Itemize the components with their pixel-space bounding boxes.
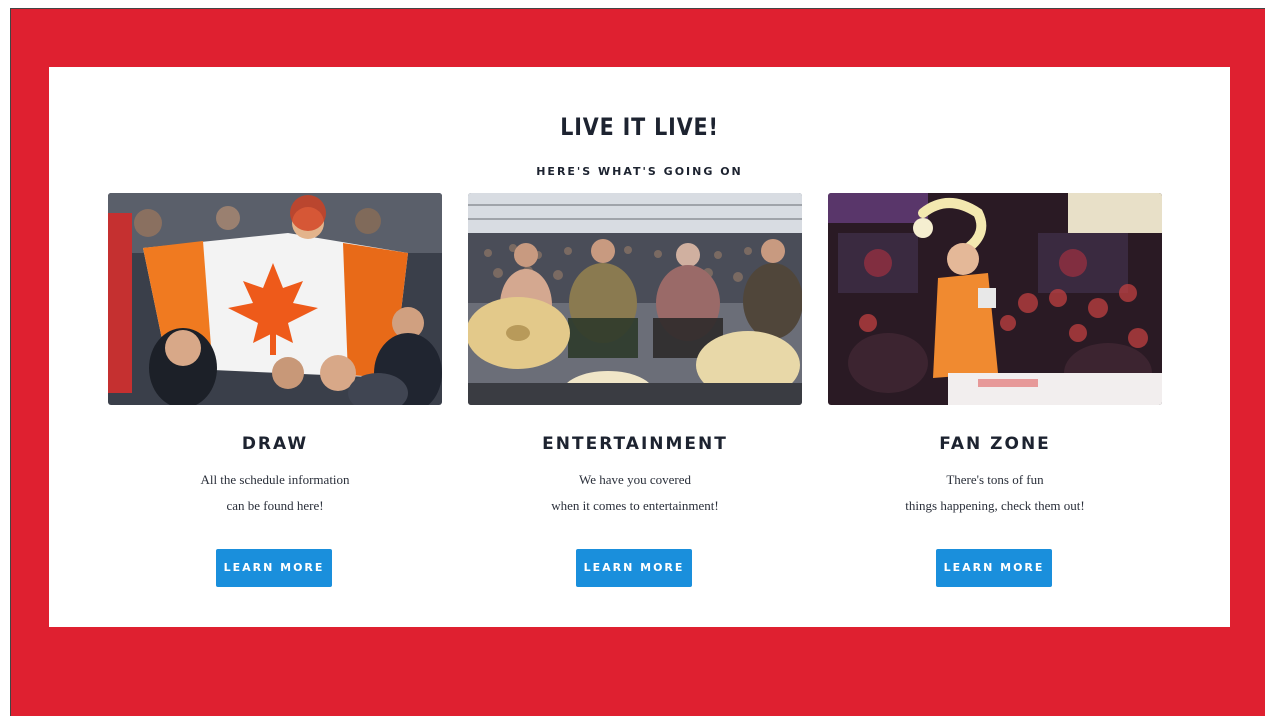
card-title: ENTERTAINMENT — [542, 434, 728, 454]
card-description-line: can be found here! — [226, 498, 324, 513]
learn-more-button[interactable]: LEARN MORE — [936, 549, 1052, 587]
section-subtitle: HERE'S WHAT'S GOING ON — [536, 165, 743, 178]
red-background-frame: LIVE IT LIVE! HERE'S WHAT'S GOING ON DRA… — [10, 8, 1265, 716]
concert-crowd-drums-photo — [468, 193, 802, 405]
card-entertainment: ENTERTAINMENT We have you covered when i… — [468, 193, 802, 593]
card-fan-zone: FAN ZONE There's tons of fun things happ… — [828, 193, 1162, 593]
content-panel: LIVE IT LIVE! HERE'S WHAT'S GOING ON DRA… — [49, 67, 1230, 627]
section-title: LIVE IT LIVE! — [560, 113, 719, 141]
card-description-line: things happening, check them out! — [905, 498, 1085, 513]
card-draw: DRAW All the schedule information can be… — [108, 193, 442, 593]
learn-more-button[interactable]: LEARN MORE — [216, 549, 332, 587]
card-title: FAN ZONE — [939, 434, 1051, 454]
card-description-line: All the schedule information — [200, 472, 350, 487]
fan-zone-balloon-performer-photo — [828, 193, 1162, 405]
canadian-flag-fans-photo — [108, 193, 442, 405]
card-description-line: There's tons of fun — [946, 472, 1044, 487]
learn-more-button[interactable]: LEARN MORE — [576, 549, 692, 587]
card-description-line: We have you covered — [579, 472, 691, 487]
card-title: DRAW — [241, 434, 309, 454]
card-description-line: when it comes to entertainment! — [551, 498, 719, 513]
